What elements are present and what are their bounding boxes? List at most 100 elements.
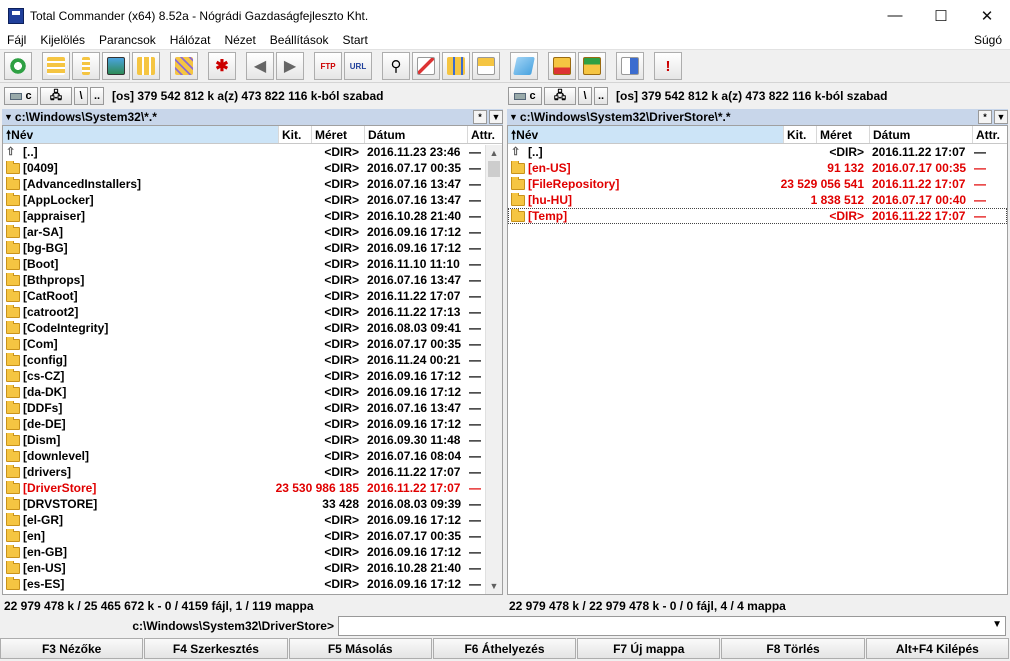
- ftp-connect-button[interactable]: FTP: [314, 52, 342, 80]
- right-drive-select[interactable]: c: [508, 87, 542, 105]
- menu-file[interactable]: Fájl: [0, 33, 33, 47]
- command-input[interactable]: [338, 616, 1006, 636]
- menu-mark[interactable]: Kijelölés: [33, 33, 92, 47]
- left-path-bar[interactable]: ▼ c:\Windows\System32\*.* * ▼: [2, 109, 503, 125]
- f6-move-button[interactable]: F6 Áthelyezés: [432, 638, 577, 659]
- menu-commands[interactable]: Parancsok: [92, 33, 163, 47]
- pack-button[interactable]: [548, 52, 576, 80]
- col-ext[interactable]: Kit.: [279, 126, 312, 143]
- left-drive-select[interactable]: c: [4, 87, 38, 105]
- file-row[interactable]: [de-DE] <DIR> 2016.09.16 17:12—: [3, 416, 502, 432]
- file-row[interactable]: [Dism] <DIR> 2016.09.30 11:48—: [3, 432, 502, 448]
- f4-edit-button[interactable]: F4 Szerkesztés: [144, 638, 288, 659]
- scroll-down-icon[interactable]: ▼: [486, 578, 502, 594]
- file-row[interactable]: [DRVSTORE] 33 428 2016.08.03 09:39—: [3, 496, 502, 512]
- right-path-bar[interactable]: ▼ c:\Windows\System32\DriverStore\*.* * …: [507, 109, 1008, 125]
- col-name[interactable]: 🠕Név: [3, 126, 279, 143]
- close-button[interactable]: ✕: [964, 0, 1010, 31]
- menu-configuration[interactable]: Beállítások: [263, 33, 336, 47]
- alt-f4-exit-button[interactable]: Alt+F4 Kilépés: [865, 638, 1009, 659]
- tree-view-button[interactable]: [132, 52, 160, 80]
- file-row[interactable]: [hu-HU] 1 838 512 2016.07.17 00:40 —: [508, 192, 1007, 208]
- right-filter-button[interactable]: *: [978, 110, 992, 124]
- forward-button[interactable]: ▶: [276, 52, 304, 80]
- select-group-button[interactable]: ✱: [208, 52, 236, 80]
- right-parent-button[interactable]: ..: [594, 87, 608, 105]
- file-row[interactable]: [0409] <DIR> 2016.07.17 00:35—: [3, 160, 502, 176]
- file-row[interactable]: [AppLocker] <DIR> 2016.07.16 13:47—: [3, 192, 502, 208]
- file-row[interactable]: [config] <DIR> 2016.11.24 00:21—: [3, 352, 502, 368]
- file-row[interactable]: [Temp] <DIR> 2016.11.22 17:07 —: [508, 208, 1007, 224]
- url-connect-button[interactable]: URL: [344, 52, 372, 80]
- left-file-panel[interactable]: 🠕Név Kit. Méret Dátum Attr. ⇧ [..] <DIR> 20…: [2, 125, 503, 595]
- file-row[interactable]: [Com] <DIR> 2016.07.17 00:35—: [3, 336, 502, 352]
- file-row[interactable]: [cs-CZ] <DIR> 2016.09.16 17:12—: [3, 368, 502, 384]
- left-parent-button[interactable]: ..: [90, 87, 104, 105]
- file-row[interactable]: [en] <DIR> 2016.07.17 00:35—: [3, 528, 502, 544]
- compare-dirs-button[interactable]: [170, 52, 198, 80]
- col-attr[interactable]: Attr.: [468, 126, 502, 143]
- file-row[interactable]: [en-US] 91 132 2016.07.17 00:35 —: [508, 160, 1007, 176]
- left-network-button[interactable]: 🖧: [40, 87, 72, 105]
- file-row[interactable]: [CodeIntegrity] <DIR> 2016.08.03 09:41—: [3, 320, 502, 336]
- col-ext[interactable]: Kit.: [784, 126, 817, 143]
- f5-copy-button[interactable]: F5 Másolás: [288, 638, 432, 659]
- col-name[interactable]: 🠕Név: [508, 126, 784, 143]
- info-button[interactable]: !: [654, 52, 682, 80]
- left-hotlist-button[interactable]: ▼: [489, 110, 503, 124]
- multi-rename-button[interactable]: [412, 52, 440, 80]
- file-row[interactable]: [drivers] <DIR> 2016.11.22 17:07—: [3, 464, 502, 480]
- chevron-down-icon[interactable]: ▼: [992, 619, 1002, 630]
- file-row[interactable]: [bg-BG] <DIR> 2016.09.16 17:12—: [3, 240, 502, 256]
- brief-view-button[interactable]: [42, 52, 70, 80]
- file-row[interactable]: [el-GR] <DIR> 2016.09.16 17:12—: [3, 512, 502, 528]
- menu-network[interactable]: Hálózat: [163, 33, 218, 47]
- thumbnail-view-button[interactable]: [102, 52, 130, 80]
- left-filter-button[interactable]: *: [473, 110, 487, 124]
- right-hotlist-button[interactable]: ▼: [994, 110, 1008, 124]
- full-view-button[interactable]: [72, 52, 100, 80]
- left-scrollbar[interactable]: ▲ ▼: [485, 145, 502, 594]
- menu-start[interactable]: Start: [336, 33, 375, 47]
- back-button[interactable]: ◀: [246, 52, 274, 80]
- refresh-button[interactable]: [4, 52, 32, 80]
- right-network-button[interactable]: 🖧: [544, 87, 576, 105]
- copy-names-button[interactable]: [472, 52, 500, 80]
- file-row[interactable]: [en-GB] <DIR> 2016.09.16 17:12—: [3, 544, 502, 560]
- sync-dirs-button[interactable]: [442, 52, 470, 80]
- file-row[interactable]: ⇧ [..] <DIR> 2016.11.23 23:46—: [3, 144, 502, 160]
- col-attr[interactable]: Attr.: [973, 126, 1007, 143]
- col-size[interactable]: Méret: [312, 126, 365, 143]
- file-row[interactable]: [Boot] <DIR> 2016.11.10 11:10—: [3, 256, 502, 272]
- menu-view[interactable]: Nézet: [217, 33, 262, 47]
- file-row[interactable]: [catroot2] <DIR> 2016.11.22 17:13—: [3, 304, 502, 320]
- file-row[interactable]: ⇧ [..] <DIR> 2016.11.22 17:07 —: [508, 144, 1007, 160]
- search-button[interactable]: ⚲: [382, 52, 410, 80]
- f7-new-folder-button[interactable]: F7 Új mappa: [577, 638, 721, 659]
- file-row[interactable]: [AdvancedInstallers] <DIR> 2016.07.16 13:4…: [3, 176, 502, 192]
- right-root-button[interactable]: \: [578, 87, 592, 105]
- col-size[interactable]: Méret: [817, 126, 870, 143]
- f8-delete-button[interactable]: F8 Törlés: [721, 638, 865, 659]
- minimize-button[interactable]: —: [872, 0, 918, 31]
- file-row[interactable]: [Bthprops] <DIR> 2016.07.16 13:47—: [3, 272, 502, 288]
- notepad-button[interactable]: [510, 52, 538, 80]
- scroll-thumb[interactable]: [488, 161, 500, 177]
- copy-button[interactable]: [616, 52, 644, 80]
- col-date[interactable]: Dátum: [870, 126, 973, 143]
- file-row[interactable]: [en-US] <DIR> 2016.10.28 21:40—: [3, 560, 502, 576]
- file-row[interactable]: [ar-SA] <DIR> 2016.09.16 17:12—: [3, 224, 502, 240]
- file-row[interactable]: [appraiser] <DIR> 2016.10.28 21:40—: [3, 208, 502, 224]
- col-date[interactable]: Dátum: [365, 126, 468, 143]
- file-row[interactable]: [DDFs] <DIR> 2016.07.16 13:47—: [3, 400, 502, 416]
- file-row[interactable]: [da-DK] <DIR> 2016.09.16 17:12—: [3, 384, 502, 400]
- maximize-button[interactable]: ☐: [918, 0, 964, 31]
- left-root-button[interactable]: \: [74, 87, 88, 105]
- right-file-panel[interactable]: 🠕Név Kit. Méret Dátum Attr. ⇧ [..] <DIR> 20…: [507, 125, 1008, 595]
- file-row[interactable]: [FileRepository] 23 529 056 541 2016.11.22…: [508, 176, 1007, 192]
- unpack-button[interactable]: [578, 52, 606, 80]
- f3-view-button[interactable]: F3 Nézőke: [0, 638, 144, 659]
- file-row[interactable]: [downlevel] <DIR> 2016.07.16 08:04—: [3, 448, 502, 464]
- menu-help[interactable]: Súgó: [967, 33, 1010, 47]
- scroll-up-icon[interactable]: ▲: [486, 145, 502, 161]
